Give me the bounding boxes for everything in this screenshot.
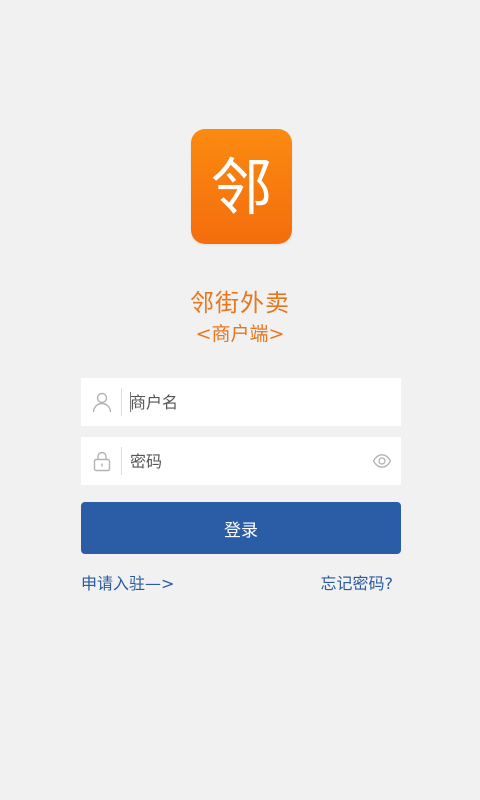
lock-icon — [90, 449, 114, 473]
username-input[interactable] — [130, 378, 360, 426]
app-logo: 邻 — [191, 129, 292, 244]
login-button[interactable]: 登录 — [81, 502, 401, 554]
username-field[interactable] — [81, 378, 401, 426]
app-title: 邻街外卖 — [190, 289, 290, 317]
field-divider — [121, 447, 122, 475]
field-divider — [121, 388, 122, 416]
eye-icon[interactable] — [372, 451, 392, 471]
forgot-password-link[interactable]: 忘记密码? — [321, 570, 394, 594]
apply-link[interactable]: 申请入驻—> — [81, 570, 174, 594]
app-subtitle: <商户端> — [195, 323, 285, 345]
password-field[interactable] — [81, 437, 401, 485]
password-input[interactable] — [130, 437, 360, 485]
user-icon — [90, 390, 114, 414]
logo-glyph: 邻 — [210, 150, 273, 224]
